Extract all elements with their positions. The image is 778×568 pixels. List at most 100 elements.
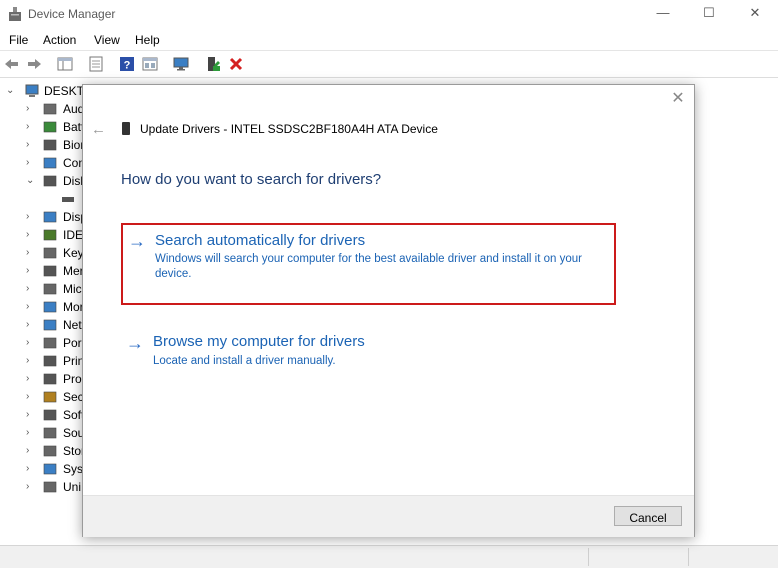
chevron-right-icon[interactable]: ›	[26, 408, 36, 422]
tree-item[interactable]: › IDE	[0, 226, 84, 244]
close-icon[interactable]: ✕	[670, 91, 686, 107]
monitor-icon	[43, 301, 57, 313]
computer-icon	[43, 157, 57, 169]
option-description: Windows will search your computer for th…	[155, 253, 582, 280]
tree-item[interactable]: › Prin	[0, 352, 84, 370]
chevron-right-icon[interactable]: ›	[26, 390, 36, 404]
chevron-right-icon[interactable]: ›	[26, 462, 36, 476]
keyboard-icon	[43, 247, 57, 259]
view-resources-icon[interactable]	[142, 56, 158, 72]
tree-item-label: Mic	[63, 282, 82, 296]
toolbar: ?	[0, 51, 778, 78]
update-drivers-dialog: ✕ ← Update Drivers - INTEL SSDSC2BF180A4…	[82, 84, 695, 537]
printer-icon	[43, 355, 57, 367]
security-icon	[43, 391, 57, 403]
uninstall-device-icon[interactable]	[228, 56, 244, 72]
tree-item[interactable]: › Key	[0, 244, 84, 262]
tree-item[interactable]: ⌄ Disk	[0, 172, 86, 190]
chevron-right-icon[interactable]: ›	[26, 444, 36, 458]
chevron-right-icon[interactable]: ›	[26, 120, 36, 134]
ports-icon	[43, 337, 57, 349]
chevron-down-icon[interactable]: ⌄	[6, 84, 16, 98]
tree-item[interactable]: › Bior	[0, 136, 84, 154]
maximize-button[interactable]: ☐	[686, 0, 732, 28]
arrow-right-icon: →	[126, 333, 144, 353]
chevron-right-icon[interactable]: ›	[26, 138, 36, 152]
tree-item[interactable]: › Uni	[0, 478, 81, 496]
network-icon	[43, 319, 57, 331]
scan-hardware-icon[interactable]	[173, 56, 189, 72]
tree-item[interactable]	[0, 190, 80, 208]
memory-icon	[43, 265, 57, 277]
tree-item[interactable]: › Net	[0, 316, 82, 334]
sound-icon	[43, 427, 57, 439]
status-divider	[588, 548, 589, 566]
tree-item-label: IDE	[63, 228, 84, 242]
tree-item-label: Mor	[63, 300, 84, 314]
search-automatically-option[interactable]: → Search automatically for drivers Windo…	[121, 223, 616, 305]
chevron-right-icon[interactable]: ›	[26, 246, 36, 260]
back-icon[interactable]	[4, 56, 20, 72]
tree-item[interactable]: › Syst	[0, 460, 86, 478]
tree-item[interactable]: › Disp	[0, 208, 87, 226]
properties-icon[interactable]	[88, 56, 104, 72]
biometric-icon	[43, 139, 57, 151]
tree-item[interactable]: › Pro	[0, 370, 82, 388]
drive-device-icon	[122, 122, 130, 135]
tree-item-label: Mer	[63, 264, 84, 278]
tree-item[interactable]: › Sou	[0, 424, 84, 442]
tree-root[interactable]: ⌄ DESKTO	[0, 82, 93, 100]
menu-file[interactable]: File	[9, 33, 28, 47]
chevron-right-icon[interactable]: ›	[26, 372, 36, 386]
chevron-right-icon[interactable]: ›	[26, 210, 36, 224]
chevron-right-icon[interactable]: ›	[26, 426, 36, 440]
tree-item[interactable]: › Soft	[0, 406, 84, 424]
dialog-question: How do you want to search for drivers?	[121, 171, 382, 188]
storage-icon	[43, 445, 57, 457]
tree-item[interactable]: › Mic	[0, 280, 82, 298]
close-window-button[interactable]: ✕	[732, 0, 778, 28]
chevron-right-icon[interactable]: ›	[26, 318, 36, 332]
menu-bar: File Action View Help	[0, 30, 778, 51]
processor-icon	[43, 373, 57, 385]
menu-action[interactable]: Action	[43, 33, 76, 47]
cancel-button[interactable]: Cancel	[614, 506, 682, 526]
option-title: Browse my computer for drivers	[153, 333, 365, 350]
tree-item[interactable]: › Por	[0, 334, 82, 352]
title-bar: Device Manager — ☐ ✕	[0, 0, 778, 30]
menu-help[interactable]: Help	[135, 33, 160, 47]
window-title: Device Manager	[28, 7, 116, 21]
chevron-right-icon[interactable]: ›	[26, 354, 36, 368]
device-manager-icon	[9, 7, 21, 21]
system-icon	[43, 463, 57, 475]
help-icon[interactable]: ?	[119, 56, 135, 72]
tree-item[interactable]: › Mer	[0, 262, 84, 280]
tree-item[interactable]: › Aud	[0, 100, 84, 118]
browse-computer-option[interactable]: → Browse my computer for drivers Locate …	[121, 333, 616, 373]
status-divider	[688, 548, 689, 566]
tree-item[interactable]: › Con	[0, 154, 85, 172]
show-hide-tree-icon[interactable]	[57, 56, 73, 72]
tree-item[interactable]: › Batt	[0, 118, 84, 136]
chevron-right-icon[interactable]: ›	[26, 300, 36, 314]
chevron-right-icon[interactable]: ›	[26, 228, 36, 242]
menu-view[interactable]: View	[94, 33, 120, 47]
chevron-right-icon[interactable]: ›	[26, 264, 36, 278]
tree-item[interactable]: › Stor	[0, 442, 85, 460]
back-arrow-icon[interactable]: ←	[91, 121, 106, 138]
chevron-down-icon[interactable]: ⌄	[26, 174, 36, 188]
chevron-right-icon[interactable]: ›	[26, 480, 36, 494]
ide-controller-icon	[43, 229, 57, 241]
drive-icon	[62, 197, 74, 202]
forward-icon[interactable]	[26, 56, 42, 72]
status-bar	[0, 545, 778, 568]
chevron-right-icon[interactable]: ›	[26, 156, 36, 170]
chevron-right-icon[interactable]: ›	[26, 336, 36, 350]
chevron-right-icon[interactable]: ›	[26, 102, 36, 116]
minimize-button[interactable]: —	[640, 0, 686, 28]
chevron-right-icon[interactable]: ›	[26, 282, 36, 296]
tree-item[interactable]: › Mor	[0, 298, 84, 316]
tree-item[interactable]: › Sec	[0, 388, 84, 406]
tree-item-label: Por	[63, 336, 82, 350]
update-driver-icon[interactable]	[205, 56, 221, 72]
